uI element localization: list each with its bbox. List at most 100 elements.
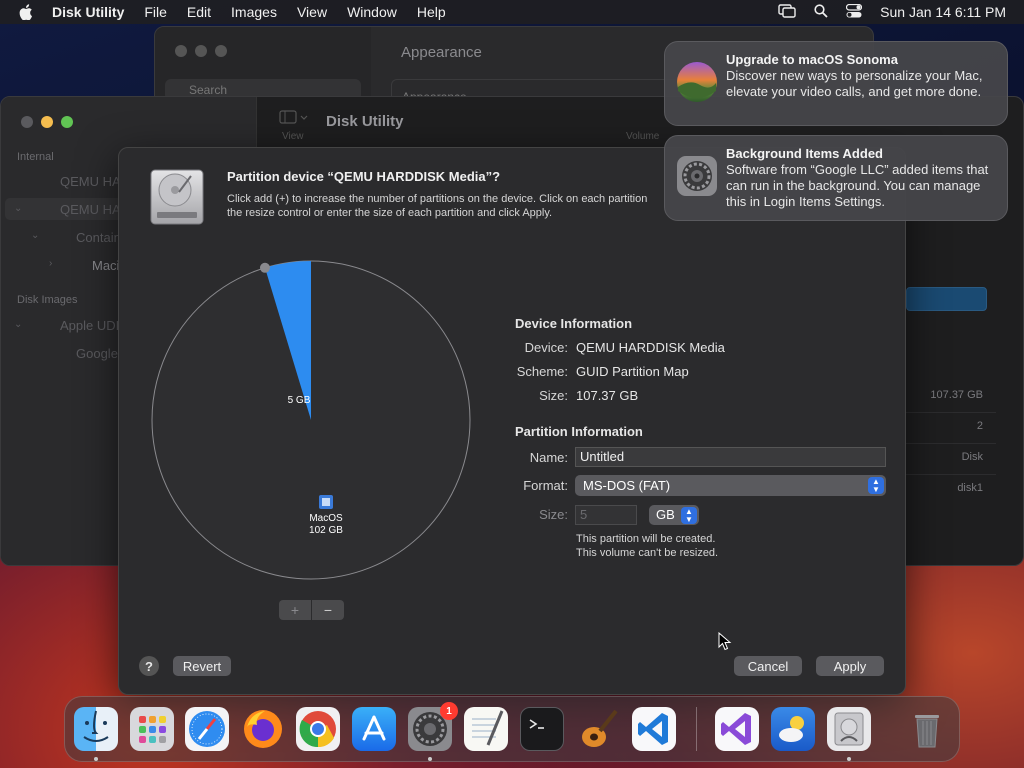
info-type-value: Disk xyxy=(961,451,983,463)
app-store-icon[interactable] xyxy=(352,707,396,751)
menu-window[interactable]: Window xyxy=(337,0,407,24)
format-select-value: MS-DOS (FAT) xyxy=(583,478,671,493)
pie-slice-size: 102 GB xyxy=(309,525,343,536)
partition-size-input[interactable]: 5 xyxy=(575,505,637,525)
sheet-description: Click add (+) to increase the number of … xyxy=(227,192,667,220)
add-remove-partition-control: + − xyxy=(279,600,344,620)
add-partition-button[interactable]: + xyxy=(279,600,311,620)
pie-slice-label: 5 GB xyxy=(287,395,311,406)
apply-button[interactable]: Apply xyxy=(816,656,884,676)
vscode-icon[interactable] xyxy=(632,707,676,751)
apple-menu-icon[interactable] xyxy=(0,0,52,24)
notification-body: Discover new ways to personalize your Ma… xyxy=(726,68,983,99)
garageband-icon[interactable] xyxy=(576,707,620,751)
dock: 1 xyxy=(64,696,960,762)
partition-note: This volume can't be resized. xyxy=(576,547,719,559)
view-label: View xyxy=(282,131,304,142)
terminal-icon[interactable] xyxy=(520,707,564,751)
chrome-icon[interactable] xyxy=(296,707,340,751)
close-button[interactable] xyxy=(175,45,187,57)
chevron-right-icon[interactable]: › xyxy=(49,258,52,269)
chevron-down-icon[interactable]: ⌄ xyxy=(14,319,22,330)
cancel-button[interactable]: Cancel xyxy=(734,656,802,676)
menu-help[interactable]: Help xyxy=(407,0,456,24)
notification-badge: 1 xyxy=(440,702,458,720)
divider xyxy=(906,412,996,413)
sheet-description-line: Click add (+) to increase the number of … xyxy=(227,193,648,205)
safari-icon[interactable] xyxy=(185,707,229,751)
chevron-down-icon[interactable]: ⌄ xyxy=(31,230,39,241)
mouse-pointer-icon xyxy=(718,631,732,657)
control-center-icon[interactable] xyxy=(846,3,863,21)
remove-partition-button[interactable]: − xyxy=(311,600,344,620)
zoom-button[interactable] xyxy=(61,116,73,128)
scheme-label: Scheme: xyxy=(516,364,568,379)
system-settings-icon xyxy=(676,155,718,197)
menu-edit[interactable]: Edit xyxy=(177,0,221,24)
partition-pie-chart[interactable]: 5 GB MacOS 102 GB xyxy=(149,258,473,582)
textedit-icon[interactable] xyxy=(464,707,508,751)
chevron-up-down-icon: ▲ ▼ xyxy=(868,477,884,494)
size-label: Size: xyxy=(539,507,568,522)
firefox-icon[interactable] xyxy=(241,707,285,751)
menu-bar: Disk Utility File Edit Images View Windo… xyxy=(0,0,1024,24)
macos-sonoma-icon xyxy=(676,61,718,103)
settings-title: Appearance xyxy=(401,44,482,61)
sheet-title: Partition device “QEMU HARDDISK Media”? xyxy=(227,169,501,184)
info-child-count-value: 2 xyxy=(976,420,983,432)
menu-view[interactable]: View xyxy=(287,0,337,24)
info-capacity-value: 107.37 GB xyxy=(930,389,983,401)
device-size-label: Size: xyxy=(539,388,568,403)
hard-disk-icon xyxy=(149,168,205,226)
chevron-down-icon[interactable]: ⌄ xyxy=(14,203,22,214)
notification-title: Background Items Added xyxy=(726,146,883,161)
revert-button[interactable]: Revert xyxy=(173,656,231,676)
running-indicator xyxy=(428,757,432,761)
scheme-value: GUID Partition Map xyxy=(576,364,689,379)
notification-body: Software from “Google LLC” added items t… xyxy=(726,162,989,209)
format-label: Format: xyxy=(523,478,568,493)
partition-name-input[interactable]: Untitled xyxy=(575,447,886,467)
dock-separator xyxy=(696,707,697,751)
close-button[interactable] xyxy=(21,116,33,128)
minimize-button[interactable] xyxy=(41,116,53,128)
weather-icon[interactable] xyxy=(771,707,815,751)
zoom-button[interactable] xyxy=(215,45,227,57)
macos-volume-icon xyxy=(319,495,333,509)
trash-icon[interactable] xyxy=(905,707,949,751)
partition-sheet: Partition device “QEMU HARDDISK Media”? … xyxy=(118,147,906,695)
size-unit-value: GB xyxy=(656,507,675,522)
visual-studio-icon[interactable] xyxy=(715,707,759,751)
menu-clock[interactable]: Sun Jan 14 6:11 PM xyxy=(880,4,1006,20)
partition-note: This partition will be created. xyxy=(576,533,716,545)
pie-slice-label: MacOS 102 GB xyxy=(296,513,356,537)
sheet-description-line: the resize control or enter the size of … xyxy=(227,207,553,219)
window-title: Disk Utility xyxy=(326,113,404,130)
help-button[interactable]: ? xyxy=(139,656,159,676)
notification-sonoma[interactable]: Upgrade to macOS Sonoma Discover new way… xyxy=(664,41,1008,126)
screen-mirroring-icon[interactable] xyxy=(778,3,796,21)
pie-slice-name: MacOS xyxy=(309,513,343,524)
resize-handle[interactable] xyxy=(259,262,270,273)
disk-utility-icon[interactable] xyxy=(827,707,871,751)
notification-background-items[interactable]: Background Items Added Software from “Go… xyxy=(664,135,1008,221)
spotlight-search-icon[interactable] xyxy=(814,3,828,21)
format-select[interactable]: MS-DOS (FAT) ▲ ▼ xyxy=(575,475,886,496)
app-menu[interactable]: Disk Utility xyxy=(52,0,134,24)
divider xyxy=(906,443,996,444)
running-indicator xyxy=(94,757,98,761)
device-label: Device: xyxy=(524,340,568,355)
size-unit-select[interactable]: GB ▲ ▼ xyxy=(649,505,699,525)
sidebar-section-disk-images: Disk Images xyxy=(17,294,78,306)
divider xyxy=(906,474,996,475)
menu-images[interactable]: Images xyxy=(221,0,287,24)
chevron-up-down-icon: ▲ ▼ xyxy=(681,507,697,524)
sidebar-section-internal: Internal xyxy=(17,151,54,163)
sidebar-toggle-icon[interactable] xyxy=(279,109,309,127)
name-label: Name: xyxy=(529,450,568,465)
device-info-header: Device Information xyxy=(515,316,633,331)
launchpad-icon[interactable] xyxy=(130,707,174,751)
minimize-button[interactable] xyxy=(195,45,207,57)
finder-icon[interactable] xyxy=(74,707,118,751)
menu-file[interactable]: File xyxy=(134,0,177,24)
